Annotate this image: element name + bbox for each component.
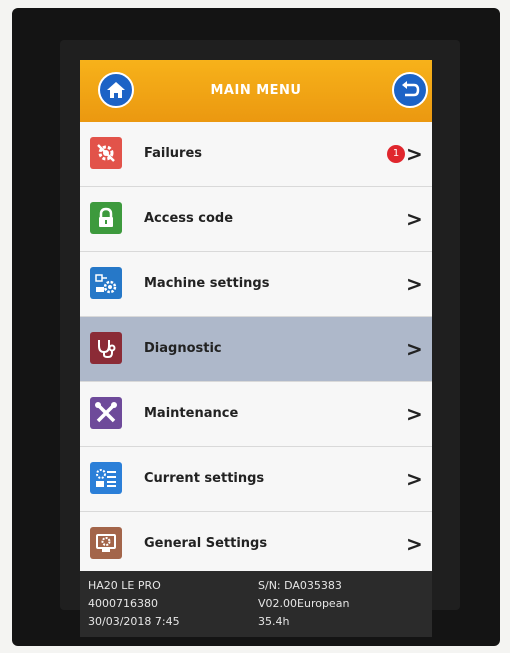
menu-item-diagnostic[interactable]: Diagnostic > — [80, 317, 432, 382]
menu-item-maintenance[interactable]: Maintenance > — [80, 382, 432, 447]
menu-item-label: Diagnostic — [144, 341, 222, 356]
menu-item-label: Maintenance — [144, 406, 239, 421]
back-arrow-icon — [402, 81, 420, 97]
tools-icon — [90, 397, 122, 429]
chevron-right-icon: > — [406, 532, 423, 556]
menu-item-label: Failures — [144, 146, 203, 161]
failure-gear-icon — [90, 137, 122, 169]
failure-count-badge: 1 — [387, 145, 405, 163]
model-name: HA20 LE PRO — [88, 579, 161, 592]
chevron-right-icon: > — [406, 467, 423, 491]
chevron-right-icon: > — [406, 337, 423, 361]
chevron-right-icon: > — [406, 272, 423, 296]
header-bar: MAIN MENU — [80, 60, 432, 122]
chevron-right-icon: > — [406, 142, 423, 166]
menu-item-access-code[interactable]: Access code > — [80, 187, 432, 252]
menu-item-current-settings[interactable]: Current settings > — [80, 447, 432, 512]
home-icon — [107, 82, 125, 98]
touch-screen: MAIN MENU Failures 1 > Access code > Mac… — [80, 60, 432, 637]
stethoscope-icon — [90, 332, 122, 364]
back-button[interactable] — [392, 72, 428, 108]
menu-item-label: Current settings — [144, 471, 265, 486]
chevron-right-icon: > — [406, 207, 423, 231]
software-version: V02.00European — [258, 597, 350, 610]
serial-number: S/N: DA035383 — [258, 579, 342, 592]
menu-item-failures[interactable]: Failures 1 > — [80, 122, 432, 187]
menu-item-label: General Settings — [144, 536, 268, 551]
machine-number: 4000716380 — [88, 597, 158, 610]
padlock-icon — [90, 202, 122, 234]
chevron-right-icon: > — [406, 402, 423, 426]
menu-item-general-settings[interactable]: General Settings > — [80, 512, 432, 577]
menu-item-label: Machine settings — [144, 276, 270, 291]
general-settings-icon — [90, 527, 122, 559]
home-button[interactable] — [98, 72, 134, 108]
operating-hours: 35.4h — [258, 615, 290, 628]
main-menu-list: Failures 1 > Access code > Machine setti… — [80, 122, 432, 577]
machine-settings-icon — [90, 267, 122, 299]
menu-item-label: Access code — [144, 211, 234, 226]
status-footer: HA20 LE PRO 4000716380 30/03/2018 7:45 S… — [80, 571, 432, 637]
current-settings-icon — [90, 462, 122, 494]
date-time: 30/03/2018 7:45 — [88, 615, 180, 628]
menu-item-machine-settings[interactable]: Machine settings > — [80, 252, 432, 317]
